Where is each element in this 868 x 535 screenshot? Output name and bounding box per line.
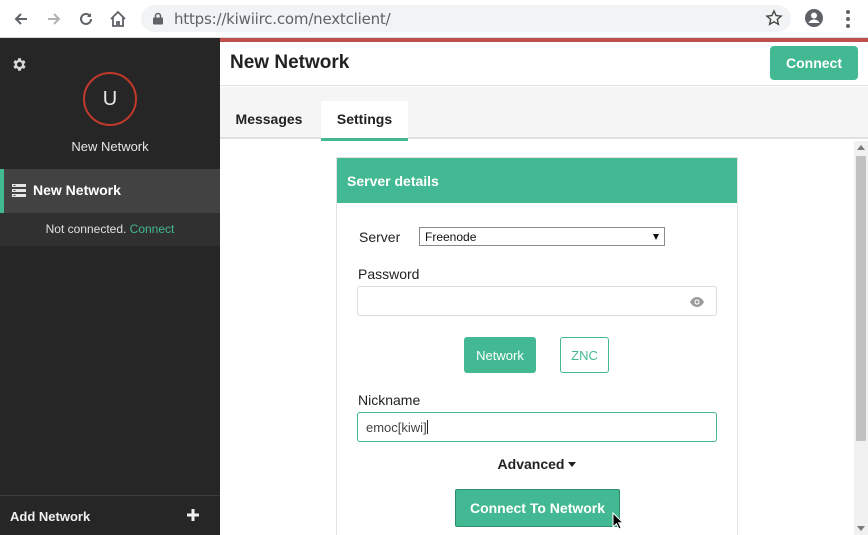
password-label: Password [358,266,420,282]
scroll-up-icon[interactable] [857,145,865,150]
server-details-card: Server details Server Freenode Password … [336,157,738,535]
avatar: U [83,72,137,126]
network-title: New Network [71,139,149,154]
sidebar: U New Network New Network Not connected.… [0,38,220,535]
caret-down-icon [568,462,577,467]
mouse-cursor-icon [612,512,624,530]
text-caret [426,420,428,434]
page-title: New Network [230,52,350,73]
scrollbar-thumb[interactable] [856,156,866,441]
server-label: Server [359,229,401,245]
plus-icon [187,509,199,521]
avatar-letter: U [102,87,118,110]
forward-icon[interactable] [42,7,66,31]
network-toggle-button[interactable]: Network [464,337,536,373]
main-panel: New Network Connect Messages Settings Se… [220,38,868,535]
tab-bar: Messages Settings [220,87,868,141]
sidebar-item-label: New Network [33,182,121,198]
home-icon[interactable] [106,7,130,31]
status-text: Not connected. [45,222,127,236]
address-bar[interactable]: https://kiwiirc.com/nextclient/ [141,5,791,32]
lock-icon [153,12,163,25]
reload-icon[interactable] [74,7,98,31]
advanced-toggle[interactable]: Advanced [337,456,737,472]
nickname-field[interactable]: emoc[kiwi] [357,412,717,442]
profile-icon[interactable] [804,8,824,28]
nickname-label: Nickname [358,392,421,408]
add-network-label: Add Network [10,509,91,524]
eye-icon[interactable] [689,296,705,308]
star-icon[interactable] [765,9,783,27]
network-header: New Network Connect [220,42,868,86]
gear-icon[interactable] [11,56,28,73]
connect-button[interactable]: Connect [770,46,858,80]
server-select[interactable]: Freenode [419,227,665,246]
chevron-down-icon [653,234,659,240]
znc-toggle-button[interactable]: ZNC [560,337,609,373]
content-scrollbar[interactable] [854,141,868,535]
menu-dots-icon[interactable] [838,8,858,30]
back-icon[interactable] [9,7,33,31]
connection-status: Not connected. Connect [0,213,220,246]
settings-content: Server details Server Freenode Password … [220,141,855,535]
password-field[interactable] [357,286,717,316]
browser-toolbar: https://kiwiirc.com/nextclient/ [0,0,868,38]
tab-settings[interactable]: Settings [321,101,408,141]
status-connect-link[interactable]: Connect [130,222,175,236]
server-select-value: Freenode [425,230,477,244]
connect-to-network-button[interactable]: Connect To Network [455,489,620,527]
tab-messages[interactable]: Messages [234,101,304,139]
server-list-icon [12,184,26,197]
card-heading: Server details [337,158,737,203]
add-network-button[interactable]: Add Network [0,495,220,535]
nickname-value: emoc[kiwi] [366,420,427,435]
url-text: https://kiwiirc.com/nextclient/ [174,10,391,28]
sidebar-item-new-network[interactable]: New Network [0,169,220,213]
scroll-down-icon[interactable] [857,526,865,531]
advanced-label: Advanced [497,456,565,472]
